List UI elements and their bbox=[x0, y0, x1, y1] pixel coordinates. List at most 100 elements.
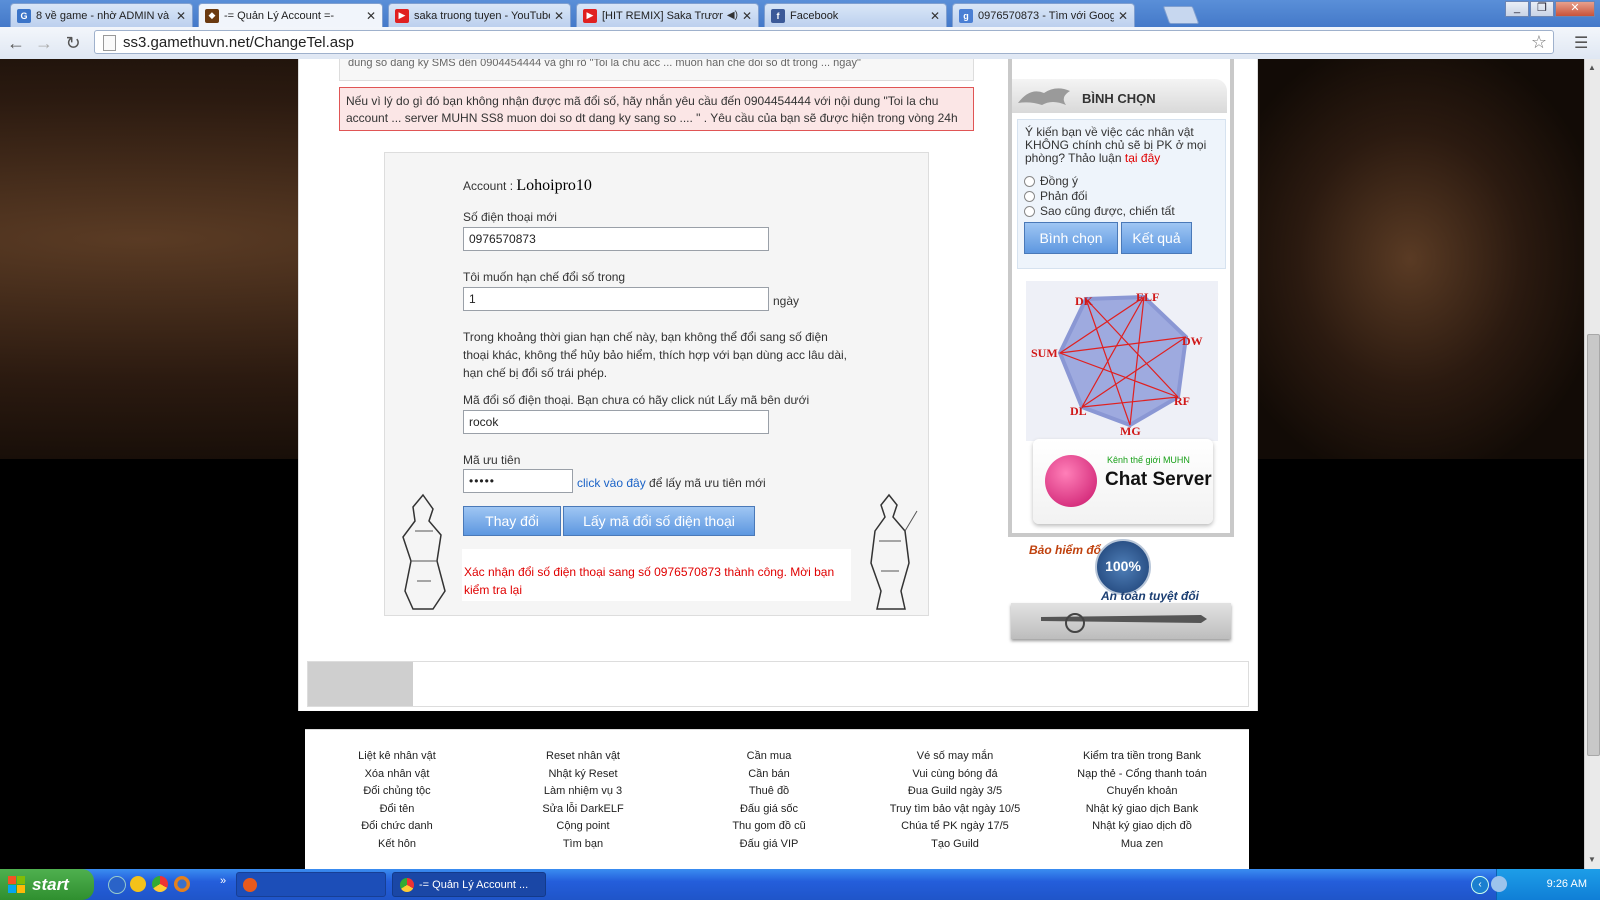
get-priority-link[interactable]: click vào đây bbox=[577, 476, 646, 490]
footer-link[interactable]: Đấu giá sốc bbox=[699, 801, 839, 819]
forward-icon[interactable]: → bbox=[32, 31, 56, 55]
chat-server-banner[interactable]: Kênh thế giới MUHN Chat Server bbox=[1033, 439, 1213, 524]
footer-link[interactable]: Thuê đồ bbox=[699, 783, 839, 801]
class-label: SUM bbox=[1031, 346, 1058, 360]
footer-link[interactable]: Reset nhân vật bbox=[513, 748, 653, 766]
footer-link[interactable]: Nạp thẻ - Cổng thanh toán bbox=[1062, 766, 1222, 784]
footer-link[interactable]: Nhật ký giao dịch Bank bbox=[1062, 801, 1222, 819]
change-code-input[interactable]: rocok bbox=[463, 410, 769, 434]
radio-button[interactable] bbox=[1024, 175, 1035, 187]
tab-facebook[interactable]: f Facebook ✕ bbox=[764, 3, 947, 27]
bookmark-star-icon[interactable]: ☆ bbox=[1531, 32, 1547, 53]
tab-title: 8 về game - nhờ ADMIN và c bbox=[36, 9, 172, 22]
radio-button[interactable] bbox=[1024, 190, 1035, 202]
strip-gray-block bbox=[308, 662, 413, 706]
footer-link[interactable]: Đổi tên bbox=[327, 801, 467, 819]
scroll-down-icon[interactable]: ▼ bbox=[1588, 855, 1596, 864]
footer-link[interactable]: Nhật ký giao dịch đồ bbox=[1062, 818, 1222, 836]
guarantee-seal-icon: 100% bbox=[1095, 539, 1151, 595]
footer-link[interactable]: Đấu giá VIP bbox=[699, 836, 839, 854]
firefox-icon[interactable] bbox=[174, 876, 190, 892]
wrench-menu-icon[interactable]: ☰ bbox=[1574, 33, 1588, 53]
footer-link[interactable]: Xóa nhân vật bbox=[327, 766, 467, 784]
ie-icon[interactable] bbox=[108, 876, 126, 894]
vote-option-whatever[interactable]: Sao cũng được, chiến tất bbox=[1024, 204, 1175, 218]
system-clock: 9:26 AM bbox=[1546, 878, 1587, 890]
tab-youtube-saka[interactable]: ▶ saka truong tuyen - YouTube ✕ bbox=[388, 3, 571, 27]
tab-quan-ly-account[interactable]: ◆ -= Quản Lý Account =- ✕ bbox=[198, 3, 383, 27]
chrome-icon[interactable] bbox=[152, 876, 168, 892]
network-icon[interactable] bbox=[1491, 876, 1507, 892]
tab-hit-remix[interactable]: ▶ [HIT REMIX] Saka Trương ◀) ✕ bbox=[576, 3, 759, 27]
new-phone-input[interactable]: 0976570873 bbox=[463, 227, 769, 251]
footer-link[interactable]: Chuyển khoản bbox=[1062, 783, 1222, 801]
limit-days-input[interactable]: 1 bbox=[463, 287, 769, 311]
change-button[interactable]: Thay đổi bbox=[463, 506, 561, 536]
youtube-icon: ▶ bbox=[583, 8, 597, 23]
tab-title: 0976570873 - Tìm với Google bbox=[978, 9, 1114, 22]
tab-google-search[interactable]: g 0976570873 - Tìm với Google ✕ bbox=[952, 3, 1135, 27]
radio-button[interactable] bbox=[1024, 205, 1035, 217]
footer-link[interactable]: Thu gom đồ cũ bbox=[699, 818, 839, 836]
minimize-icon[interactable]: _ bbox=[1505, 1, 1529, 17]
g-favicon-icon: G bbox=[17, 8, 31, 23]
footer-link[interactable]: Kết hôn bbox=[327, 836, 467, 854]
footer-link[interactable]: Kiểm tra tiền trong Bank bbox=[1062, 748, 1222, 766]
footer-col-4: Vé số may mắn Vui cùng bóng đá Đua Guild… bbox=[875, 748, 1035, 854]
vote-option-disagree[interactable]: Phản đối bbox=[1024, 189, 1087, 203]
insurance-badge: Bảo hiểm đổ 100% An toàn tuyệt đối bbox=[1027, 535, 1219, 605]
restore-icon[interactable]: ❐ bbox=[1530, 1, 1554, 17]
red-notice: Nếu vì lý do gì đó bạn không nhận được m… bbox=[339, 87, 974, 131]
scrollbar-thumb[interactable] bbox=[1587, 334, 1600, 756]
new-tab-button[interactable] bbox=[1162, 6, 1200, 24]
close-icon[interactable]: ✕ bbox=[176, 9, 186, 23]
back-icon[interactable]: ← bbox=[4, 31, 28, 55]
taskbar-active-window[interactable]: -= Quản Lý Account ... bbox=[392, 872, 546, 897]
vote-result-button[interactable]: Kết quả bbox=[1121, 222, 1192, 254]
messenger-icon[interactable] bbox=[130, 876, 146, 892]
footer-link[interactable]: Cộng point bbox=[513, 818, 653, 836]
address-bar[interactable]: ss3.gamethuvn.net/ChangeTel.asp ☆ bbox=[94, 30, 1554, 54]
footer-link[interactable]: Đổi chức danh bbox=[327, 818, 467, 836]
vote-button[interactable]: Bình chọn bbox=[1024, 222, 1118, 254]
close-icon[interactable]: ✕ bbox=[930, 9, 940, 23]
footer-link[interactable]: Tạo Guild bbox=[875, 836, 1035, 854]
browser-toolbar: ← → ↻ ss3.gamethuvn.net/ChangeTel.asp ☆ bbox=[0, 27, 1600, 60]
get-code-button[interactable]: Lấy mã đổi số điện thoại bbox=[563, 506, 755, 536]
footer-link[interactable]: Vé số may mắn bbox=[875, 748, 1035, 766]
scroll-up-icon[interactable]: ▲ bbox=[1588, 63, 1596, 72]
footer-link[interactable]: Đổi chủng tộc bbox=[327, 783, 467, 801]
tab-8-ve-game[interactable]: G 8 về game - nhờ ADMIN và c ✕ bbox=[10, 3, 193, 27]
close-icon[interactable]: ✕ bbox=[742, 9, 752, 23]
footer-link[interactable]: Chúa tể PK ngày 17/5 bbox=[875, 818, 1035, 836]
footer-link[interactable]: Vui cùng bóng đá bbox=[875, 766, 1035, 784]
vote-option-agree[interactable]: Đồng ý bbox=[1024, 174, 1078, 188]
account-row: Account : Lohoipro10 bbox=[463, 177, 592, 195]
start-button[interactable]: start bbox=[0, 869, 94, 900]
vote-discuss-link[interactable]: tại đây bbox=[1125, 151, 1160, 165]
footer-link[interactable]: Sửa lỗi DarkELF bbox=[513, 801, 653, 819]
vote-title: BÌNH CHỌN bbox=[1082, 91, 1156, 106]
close-icon[interactable]: ✕ bbox=[366, 9, 376, 23]
option-label: Phản đối bbox=[1040, 189, 1088, 203]
footer-link[interactable]: Đua Guild ngày 3/5 bbox=[875, 783, 1035, 801]
footer-link[interactable]: Liệt kê nhân vật bbox=[327, 748, 467, 766]
footer-link[interactable]: Mua zen bbox=[1062, 836, 1222, 854]
footer-link[interactable]: Tìm bạn bbox=[513, 836, 653, 854]
footer-link[interactable]: Làm nhiệm vụ 3 bbox=[513, 783, 653, 801]
close-icon[interactable]: ✕ bbox=[1118, 9, 1128, 23]
show-hidden-icons-icon[interactable]: ‹ bbox=[1471, 876, 1489, 894]
close-icon[interactable]: ✕ bbox=[554, 9, 564, 23]
footer-link[interactable]: Truy tìm bảo vật ngày 10/5 bbox=[875, 801, 1035, 819]
footer-link[interactable]: Cần bán bbox=[699, 766, 839, 784]
close-window-icon[interactable]: ✕ bbox=[1555, 1, 1595, 17]
chat-bubble-icon bbox=[1045, 455, 1097, 507]
vertical-scrollbar[interactable]: ▲ ▼ bbox=[1584, 59, 1600, 869]
taskbar-app-button[interactable] bbox=[236, 872, 386, 897]
quicklaunch-more-icon[interactable]: » bbox=[220, 875, 226, 887]
priority-code-input[interactable]: ••••• bbox=[463, 469, 573, 493]
reload-icon[interactable]: ↻ bbox=[61, 31, 85, 55]
footer-link[interactable]: Nhật ký Reset bbox=[513, 766, 653, 784]
footer-link[interactable]: Cần mua bbox=[699, 748, 839, 766]
tab-title: -= Quản Lý Account =- bbox=[224, 9, 335, 22]
